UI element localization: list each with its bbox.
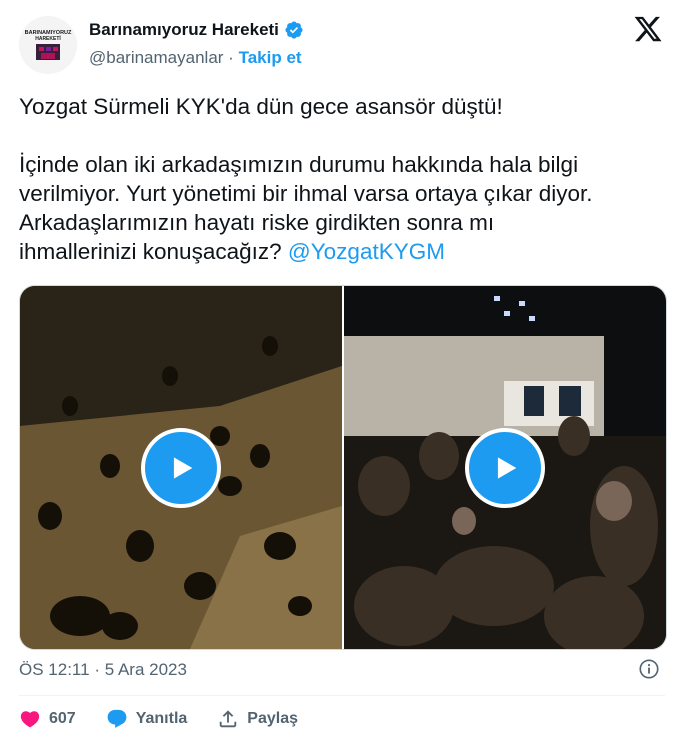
video-thumbnail-2[interactable] xyxy=(344,286,666,649)
play-button-2[interactable] xyxy=(465,427,545,508)
share-label: Paylaş xyxy=(247,710,298,727)
heart-icon xyxy=(20,711,40,728)
info-icon[interactable] xyxy=(638,658,660,680)
tweet-paragraph-2-line-2: verilmiyor. Yurt yönetimi bir ihmal vars… xyxy=(19,181,593,206)
tweet-text: Yozgat Sürmeli KYK'da dün gece asansör d… xyxy=(19,92,669,266)
tweet-card: BARINAMIYORUZ HAREKETİ Barınamıyoruz Har… xyxy=(0,0,685,740)
like-count: 607 xyxy=(49,710,76,727)
separator: · xyxy=(94,660,100,679)
tweet-paragraph-2-line-3: Arkadaşlarımızın hayatı riske girdikten … xyxy=(19,210,495,235)
tweet-paragraph-2-line-1: İçinde olan iki arkadaşımızın durumu hak… xyxy=(19,152,579,177)
separator: · xyxy=(228,48,234,67)
share-button[interactable]: Paylaş xyxy=(217,708,298,730)
tweet-paragraph-2-line-4: ihmallerinizi konuşacağız? @YozgatKYGM xyxy=(19,237,669,266)
svg-text:HAREKETİ: HAREKETİ xyxy=(35,35,61,42)
date: 5 Ara 2023 xyxy=(104,660,187,679)
play-icon xyxy=(497,456,517,479)
x-logo-icon[interactable] xyxy=(633,14,663,44)
reply-icon xyxy=(107,709,127,728)
divider xyxy=(19,695,665,696)
reply-label: Yanıtla xyxy=(135,710,188,727)
tweet-paragraph-1: Yozgat Sürmeli KYK'da dün gece asansör d… xyxy=(19,94,503,119)
verified-badge-icon xyxy=(285,21,303,39)
play-button-1[interactable] xyxy=(141,427,221,508)
avatar-logo: BARINAMIYORUZ HAREKETİ xyxy=(19,16,77,74)
handle-row: @barinamayanlar · Takip et xyxy=(89,48,302,68)
video-thumbnail-1[interactable] xyxy=(20,286,342,649)
action-bar: 607 Yanıtla Paylaş xyxy=(19,708,328,730)
account-name-row: Barınamıyoruz Hareketi xyxy=(89,20,304,40)
play-icon xyxy=(173,456,193,479)
display-name[interactable]: Barınamıyoruz Hareketi xyxy=(89,20,279,40)
tweet-text-end: ihmallerinizi konuşacağız? xyxy=(19,239,288,264)
mention-link[interactable]: @YozgatKYGM xyxy=(288,239,445,264)
follow-button[interactable]: Takip et xyxy=(239,48,302,67)
timestamp[interactable]: ÖS 12:11 · 5 Ara 2023 xyxy=(19,660,187,680)
time: ÖS 12:11 xyxy=(19,660,90,679)
share-icon xyxy=(220,710,237,728)
media-grid xyxy=(19,285,667,650)
reply-button[interactable]: Yanıtla xyxy=(106,708,188,730)
like-button[interactable]: 607 xyxy=(19,708,76,730)
handle[interactable]: @barinamayanlar xyxy=(89,48,223,67)
avatar[interactable]: BARINAMIYORUZ HAREKETİ xyxy=(19,16,77,74)
